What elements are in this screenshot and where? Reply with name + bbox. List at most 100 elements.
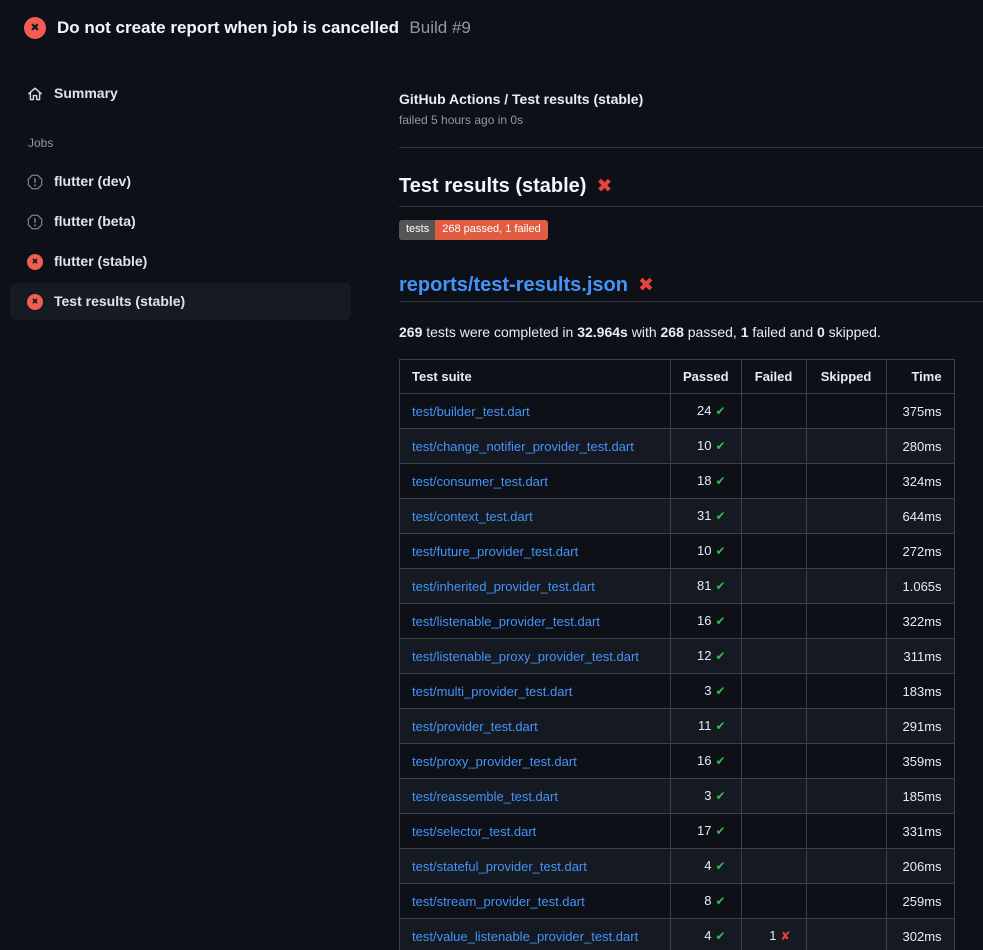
test-suite-row: test/future_provider_test.dart10✔272ms [400,534,955,569]
test-suite-link[interactable]: test/future_provider_test.dart [412,544,578,559]
failed-count-cell [741,814,806,849]
count-value: 11 [698,718,712,733]
test-suite-cell: test/future_provider_test.dart [400,534,671,569]
passed-count-cell: 3✔ [671,779,742,814]
failed-count-cell [741,534,806,569]
count-value: 4 [704,858,711,873]
test-suite-cell: test/reassemble_test.dart [400,779,671,814]
test-suite-row: test/stream_provider_test.dart8✔259ms [400,884,955,919]
test-suite-row: test/listenable_provider_test.dart16✔322… [400,604,955,639]
test-suite-link[interactable]: test/consumer_test.dart [412,474,548,489]
count-value: 3 [704,788,711,803]
test-suite-link[interactable]: test/listenable_proxy_provider_test.dart [412,649,639,664]
count-value: 17 [697,823,711,838]
skipped-count-cell [806,604,886,639]
test-suite-link[interactable]: test/stateful_provider_test.dart [412,859,587,874]
col-header-test-suite: Test suite [400,360,671,394]
test-suite-link[interactable]: test/listenable_provider_test.dart [412,614,600,629]
test-suite-cell: test/proxy_provider_test.dart [400,744,671,779]
failed-count-cell [741,569,806,604]
test-suite-link[interactable]: test/reassemble_test.dart [412,789,558,804]
count-value: 31 [697,508,711,523]
check-icon: ✔ [715,474,725,488]
test-suite-cell: test/change_notifier_provider_test.dart [400,429,671,464]
sidebar-item-flutter-beta[interactable]: flutter (beta) [10,203,351,240]
test-suite-link[interactable]: test/proxy_provider_test.dart [412,754,577,769]
test-suite-cell: test/inherited_provider_test.dart [400,569,671,604]
test-suite-cell: test/context_test.dart [400,499,671,534]
check-icon: ✔ [715,649,725,663]
failed-count-cell [741,744,806,779]
check-icon: ✔ [715,929,725,943]
test-suite-link[interactable]: test/selector_test.dart [412,824,536,839]
sidebar-item-summary[interactable]: Summary [10,76,351,111]
skipped-count-cell [806,814,886,849]
x-glyph: ✖ [32,298,39,306]
skipped-count-cell [806,429,886,464]
summary-text: 32.964s [577,324,628,340]
test-time-cell: 1.065s [886,569,954,604]
col-header-failed: Failed [741,360,806,394]
report-file-link[interactable]: reports/test-results.json [399,273,628,297]
summary-text: failed and [749,324,818,340]
check-icon: ✔ [715,579,725,593]
test-suite-row: test/builder_test.dart24✔375ms [400,394,955,429]
test-time-cell: 644ms [886,499,954,534]
sidebar-item-test-results-stable[interactable]: ✖ Test results (stable) [10,283,351,320]
passed-count-cell: 10✔ [671,429,742,464]
breadcrumb: GitHub Actions / Test results (stable) [399,92,983,107]
skipped-count-cell [806,709,886,744]
failed-count-cell: 1✘ [741,919,806,950]
check-icon: ✔ [715,824,725,838]
test-suite-row: test/provider_test.dart11✔291ms [400,709,955,744]
summary-text: with [628,324,661,340]
test-suite-link[interactable]: test/change_notifier_provider_test.dart [412,439,634,454]
test-suite-row: test/change_notifier_provider_test.dart 1… [400,429,955,464]
test-suite-link[interactable]: test/provider_test.dart [412,719,538,734]
passed-count-cell: 16✔ [671,744,742,779]
test-time-cell: 359ms [886,744,954,779]
passed-count-cell: 3✔ [671,674,742,709]
passed-count-cell: 10✔ [671,534,742,569]
check-icon: ✔ [715,859,725,873]
skipped-count-cell [806,464,886,499]
test-suite-cell: test/builder_test.dart [400,394,671,429]
sidebar-item-flutter-stable[interactable]: ✖ flutter (stable) [10,243,351,280]
check-icon: ✔ [715,439,725,453]
test-suite-link[interactable]: test/context_test.dart [412,509,533,524]
summary-text: 269 [399,324,422,340]
sidebar-item-flutter-dev[interactable]: flutter (dev) [10,163,351,200]
skipped-count-cell [806,534,886,569]
sidebar-item-label: flutter (dev) [54,173,131,190]
test-time-cell: 183ms [886,674,954,709]
test-suite-link[interactable]: test/stream_provider_test.dart [412,894,585,909]
check-icon: ✔ [715,544,725,558]
skipped-count-cell [806,919,886,950]
failed-count-cell [741,709,806,744]
test-suite-row: test/value_listenable_provider_test.dart… [400,919,955,950]
skipped-count-cell [806,639,886,674]
passed-count-cell: 18✔ [671,464,742,499]
test-suite-cell: test/listenable_provider_test.dart [400,604,671,639]
test-suite-link[interactable]: test/value_listenable_provider_test.dart [412,929,638,944]
report-file-heading: reports/test-results.json ✖ [399,273,983,297]
test-suite-row: test/selector_test.dart17✔331ms [400,814,955,849]
test-suite-link[interactable]: test/builder_test.dart [412,404,530,419]
test-suite-link[interactable]: test/inherited_provider_test.dart [412,579,595,594]
test-time-cell: 311ms [886,639,954,674]
table-header-row: Test suite Passed Failed Skipped Time [400,360,955,394]
cancelled-icon [27,174,43,190]
test-time-cell: 322ms [886,604,954,639]
section-title-text: Test results (stable) [399,174,586,198]
sidebar-item-label: flutter (stable) [54,253,147,270]
test-time-cell: 291ms [886,709,954,744]
test-suite-row: test/reassemble_test.dart3✔185ms [400,779,955,814]
passed-count-cell: 8✔ [671,884,742,919]
run-status-line: failed 5 hours ago in 0s [399,113,983,127]
jobs-section-label: Jobs [28,137,361,149]
test-suite-link[interactable]: test/multi_provider_test.dart [412,684,572,699]
main-content: GitHub Actions / Test results (stable) f… [399,0,983,950]
count-value: 16 [697,613,711,628]
count-value: 16 [697,753,711,768]
skipped-count-cell [806,569,886,604]
